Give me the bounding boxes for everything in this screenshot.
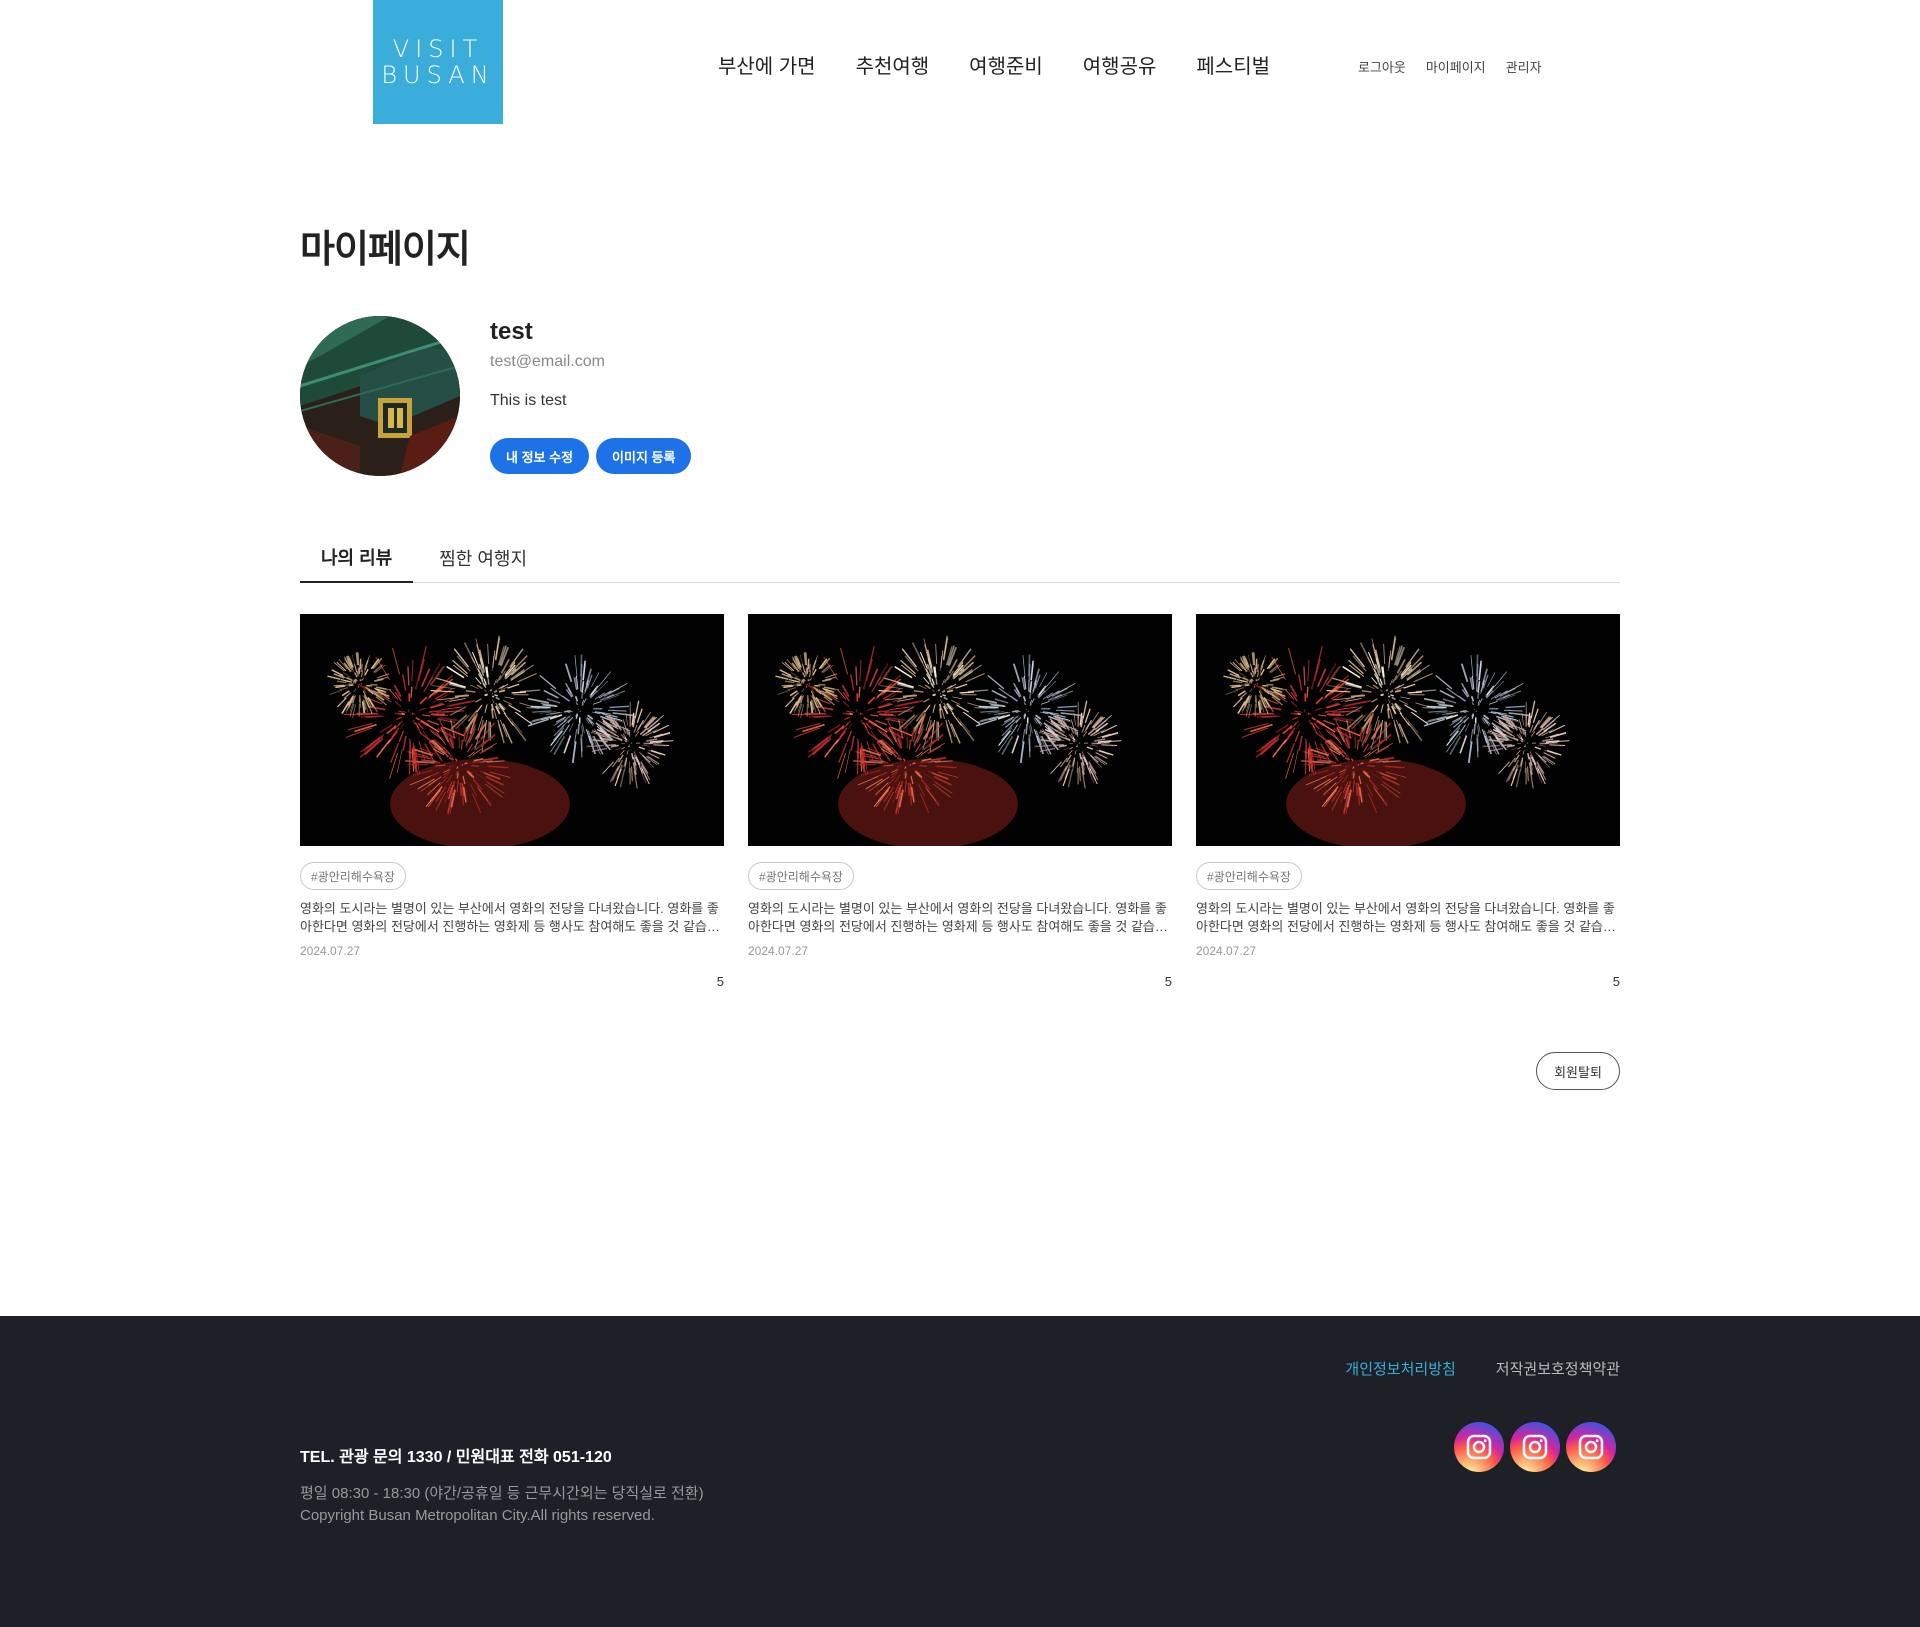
profile-email: test@email.com (490, 353, 605, 370)
nav-item-preparation[interactable]: 여행준비 (969, 50, 1043, 79)
review-card[interactable]: #광안리해수욕장 영화의 도시라는 별명이 있는 부산에서 영화의 전당을 다녀… (1196, 614, 1620, 994)
logo-line-2: BUSAN (381, 61, 495, 89)
review-text: 영화의 도시라는 별명이 있는 부산에서 영화의 전당을 다녀왔습니다. 영화를… (748, 901, 1167, 934)
instagram-icon[interactable] (1510, 1422, 1560, 1472)
review-tag[interactable]: #광안리해수욕장 (300, 862, 406, 890)
review-date: 2024.07.27 (1196, 944, 1257, 958)
instagram-icon[interactable] (1566, 1422, 1616, 1472)
nav-item-busan[interactable]: 부산에 가면 (718, 50, 816, 79)
instagram-icon[interactable] (1454, 1422, 1504, 1472)
review-count: 5 (716, 974, 724, 989)
visit-busan-logo[interactable]: VISIT BUSAN (373, 0, 503, 124)
review-text: 영화의 도시라는 별명이 있는 부산에서 영화의 전당을 다녀왔습니다. 영화를… (300, 901, 719, 934)
review-date: 2024.07.27 (300, 944, 361, 958)
nav-item-recommended[interactable]: 추천여행 (856, 50, 930, 79)
review-tag[interactable]: #광안리해수욕장 (1196, 862, 1302, 890)
review-list: #광안리해수욕장 영화의 도시라는 별명이 있는 부산에서 영화의 전당을 다녀… (300, 614, 1620, 994)
privacy-policy-link[interactable]: 개인정보처리방침 (1345, 1358, 1455, 1379)
footer-copyright: Copyright Busan Metropolitan City.All ri… (300, 1507, 655, 1524)
main-nav: 부산에 가면 추천여행 여행준비 여행공유 페스티벌 (718, 50, 1270, 79)
review-card[interactable]: #광안리해수욕장 영화의 도시라는 별명이 있는 부산에서 영화의 전당을 다녀… (300, 614, 724, 994)
site-footer: 개인정보처리방침 저작권보호정책약관 TEL. 관광 문의 1330 / 민원대… (0, 1316, 1920, 1627)
review-image (1196, 614, 1620, 846)
footer-links: 개인정보처리방침 저작권보호정책약관 (1345, 1358, 1620, 1379)
mypage-link[interactable]: 마이페이지 (1426, 57, 1486, 76)
tab-my-reviews[interactable]: 나의 리뷰 (300, 533, 414, 583)
review-count: 5 (1612, 974, 1620, 989)
utility-nav: 로그아웃 마이페이지 관리자 (1358, 57, 1542, 76)
nav-item-share[interactable]: 여행공유 (1083, 50, 1157, 79)
profile-name: test (490, 318, 533, 345)
sns-links (1454, 1422, 1616, 1472)
admin-link[interactable]: 관리자 (1506, 57, 1542, 76)
review-image (748, 614, 1172, 846)
page-title: 마이페이지 (300, 229, 471, 271)
review-tag[interactable]: #광안리해수욕장 (748, 862, 854, 890)
profile-bio: This is test (490, 392, 567, 409)
upload-image-button[interactable]: 이미지 등록 (596, 438, 692, 474)
logo-line-1: VISIT (392, 35, 484, 63)
review-card[interactable]: #광안리해수욕장 영화의 도시라는 별명이 있는 부산에서 영화의 전당을 다녀… (748, 614, 1172, 994)
tab-wishlist[interactable]: 찜한 여행지 (419, 533, 547, 583)
footer-hours: 평일 08:30 - 18:30 (야간/공휴일 등 근무시간외는 당직실로 전… (300, 1485, 704, 1502)
footer-tel: TEL. 관광 문의 1330 / 민원대표 전화 051-120 (300, 1449, 612, 1466)
nav-item-festival[interactable]: 페스티벌 (1196, 50, 1270, 79)
mypage-tabs: 나의 리뷰 찜한 여행지 (300, 533, 1620, 583)
review-text: 영화의 도시라는 별명이 있는 부산에서 영화의 전당을 다녀왔습니다. 영화를… (1196, 901, 1615, 934)
review-image (300, 614, 724, 846)
avatar-image (300, 316, 460, 476)
review-date: 2024.07.27 (748, 944, 809, 958)
edit-profile-button[interactable]: 내 정보 수정 (490, 438, 590, 474)
profile-actions: 내 정보 수정 이미지 등록 (490, 438, 692, 474)
logout-link[interactable]: 로그아웃 (1358, 57, 1406, 76)
avatar (300, 316, 460, 476)
review-count: 5 (1164, 974, 1172, 989)
copyright-policy-link[interactable]: 저작권보호정책약관 (1496, 1358, 1620, 1379)
site-header: VISIT BUSAN 부산에 가면 추천여행 여행준비 여행공유 페스티벌 로… (0, 0, 1920, 124)
withdraw-button[interactable]: 회원탈퇴 (1536, 1052, 1620, 1090)
